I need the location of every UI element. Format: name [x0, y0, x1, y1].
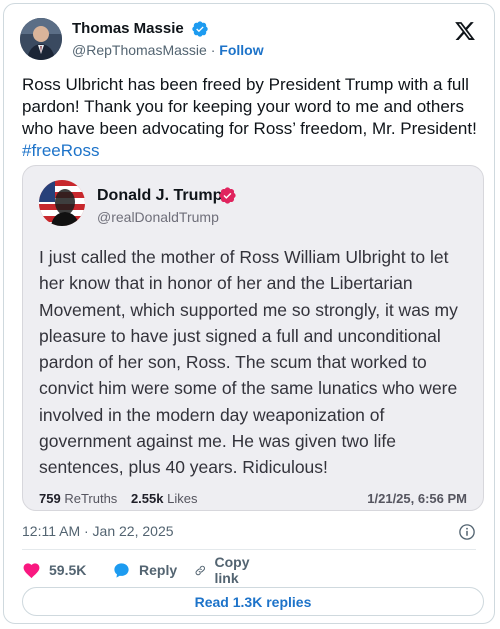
quoted-post-body: I just called the mother of Ross William… — [39, 247, 458, 478]
reply-button[interactable]: Reply — [112, 560, 177, 580]
likes-stat: 2.55k Likes — [131, 491, 198, 506]
reply-label: Reply — [139, 562, 178, 578]
copy-link-button[interactable]: Copy link — [194, 554, 256, 586]
like-button[interactable]: 59.5K — [22, 560, 86, 580]
author-handle[interactable]: @RepThomasMassie — [72, 42, 207, 58]
tweet-card: Thomas Massie @RepThomasMassie · Follow … — [3, 3, 495, 624]
divider — [22, 549, 476, 550]
author-block: Thomas Massie @RepThomasMassie · Follow — [72, 20, 264, 59]
read-replies-button[interactable]: Read 1.3K replies — [22, 587, 484, 616]
quoted-author-avatar[interactable] — [39, 180, 85, 226]
reply-bubble-icon — [114, 562, 129, 578]
read-replies-label: Read 1.3K replies — [194, 593, 312, 610]
likes-count: 2.55k — [130, 491, 164, 506]
quoted-author-handle[interactable]: @realDonaldTrump — [97, 209, 219, 225]
tweet-text: Ross Ulbricht has been freed by Presiden… — [22, 74, 482, 162]
link-icon — [195, 565, 205, 575]
author-handle-row: @RepThomasMassie · Follow — [72, 41, 264, 59]
tweet-body: Ross Ulbricht has been freed by Presiden… — [22, 75, 477, 138]
like-count: 59.5K — [49, 562, 87, 578]
hashtag-link[interactable]: #freeRoss — [22, 141, 99, 160]
follow-link[interactable]: Follow — [219, 42, 263, 58]
retruths-count: 759 — [39, 491, 61, 506]
copy-link-label: Copy link — [214, 554, 250, 586]
author-avatar[interactable] — [20, 18, 62, 60]
retruths-label: ReTruths — [64, 491, 118, 506]
quoted-post[interactable]: Donald J. Trump @realDonaldTrump I just … — [22, 165, 484, 511]
tweet-header: Thomas Massie @RepThomasMassie · Follow — [20, 18, 478, 62]
tweet-timestamp[interactable]: 12:11 AM · Jan 22, 2025 — [22, 523, 174, 539]
info-icon[interactable] — [458, 523, 476, 541]
quoted-author-name[interactable]: Donald J. Trump — [97, 186, 222, 206]
author-name[interactable]: Thomas Massie — [72, 20, 184, 38]
handle-separator: · — [206, 42, 220, 59]
verified-badge-icon — [192, 21, 208, 37]
retruths-stat: 759 ReTruths — [39, 491, 117, 506]
truth-verified-icon — [219, 187, 236, 204]
quoted-post-date: 1/21/25, 6:56 PM — [367, 491, 467, 506]
likes-label: Likes — [167, 491, 198, 506]
quoted-post-stats: 759 ReTruths 2.55k Likes — [39, 491, 207, 506]
heart-icon — [23, 562, 40, 578]
x-logo-icon[interactable] — [454, 20, 476, 42]
